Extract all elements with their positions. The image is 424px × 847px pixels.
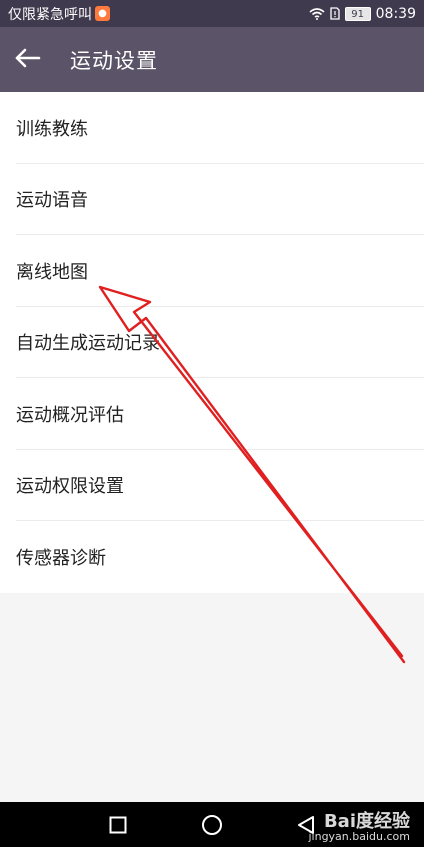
- menu-item-auto-record[interactable]: 自动生成运动记录: [0, 307, 424, 379]
- menu-item-label: 传感器诊断: [16, 547, 106, 569]
- watermark: Bai度经验 jingyan.baidu.com: [308, 810, 410, 844]
- menu-item-offline-map[interactable]: 离线地图: [0, 235, 424, 307]
- menu-item-workout-voice[interactable]: 运动语音: [0, 164, 424, 236]
- menu-item-label: 运动语音: [16, 190, 88, 212]
- menu-item-label: 训练教练: [16, 118, 88, 140]
- menu-item-label: 自动生成运动记录: [16, 333, 160, 355]
- menu-item-training-coach[interactable]: 训练教练: [0, 92, 424, 164]
- settings-list: 训练教练 运动语音 离线地图 自动生成运动记录 运动概况评估 运动权限设置 传感…: [0, 92, 424, 593]
- watermark-sub: jingyan.baidu.com: [308, 830, 410, 844]
- status-bar: 仅限紧急呼叫 ● 91 08:39: [0, 0, 424, 27]
- back-button[interactable]: [0, 27, 56, 92]
- app-notification-icon: ●: [95, 6, 110, 21]
- menu-item-workout-permissions[interactable]: 运动权限设置: [0, 450, 424, 522]
- status-right: 91 08:39: [309, 6, 416, 22]
- sim-card-icon: [329, 7, 340, 20]
- menu-item-workout-assessment[interactable]: 运动概况评估: [0, 378, 424, 450]
- navigation-bar: Bai度经验 jingyan.baidu.com: [0, 802, 424, 847]
- app-bar: 运动设置: [0, 27, 424, 92]
- watermark-main: Bai度经验: [323, 810, 410, 832]
- status-left: 仅限紧急呼叫 ●: [8, 4, 110, 24]
- arrow-left-icon: [15, 48, 41, 72]
- home-button[interactable]: [200, 813, 224, 837]
- circle-icon: [202, 814, 222, 835]
- menu-item-label: 运动权限设置: [16, 476, 124, 498]
- wifi-icon: [309, 7, 325, 20]
- clock: 08:39: [375, 5, 416, 22]
- battery-indicator: 91: [344, 6, 371, 21]
- square-icon: [109, 816, 127, 833]
- menu-item-sensor-diagnosis[interactable]: 传感器诊断: [0, 521, 424, 593]
- menu-item-label: 离线地图: [16, 261, 88, 283]
- menu-item-label: 运动概况评估: [16, 404, 124, 426]
- page-title: 运动设置: [70, 48, 158, 73]
- recent-apps-button[interactable]: [106, 813, 130, 837]
- emergency-call-text: 仅限紧急呼叫: [8, 6, 92, 23]
